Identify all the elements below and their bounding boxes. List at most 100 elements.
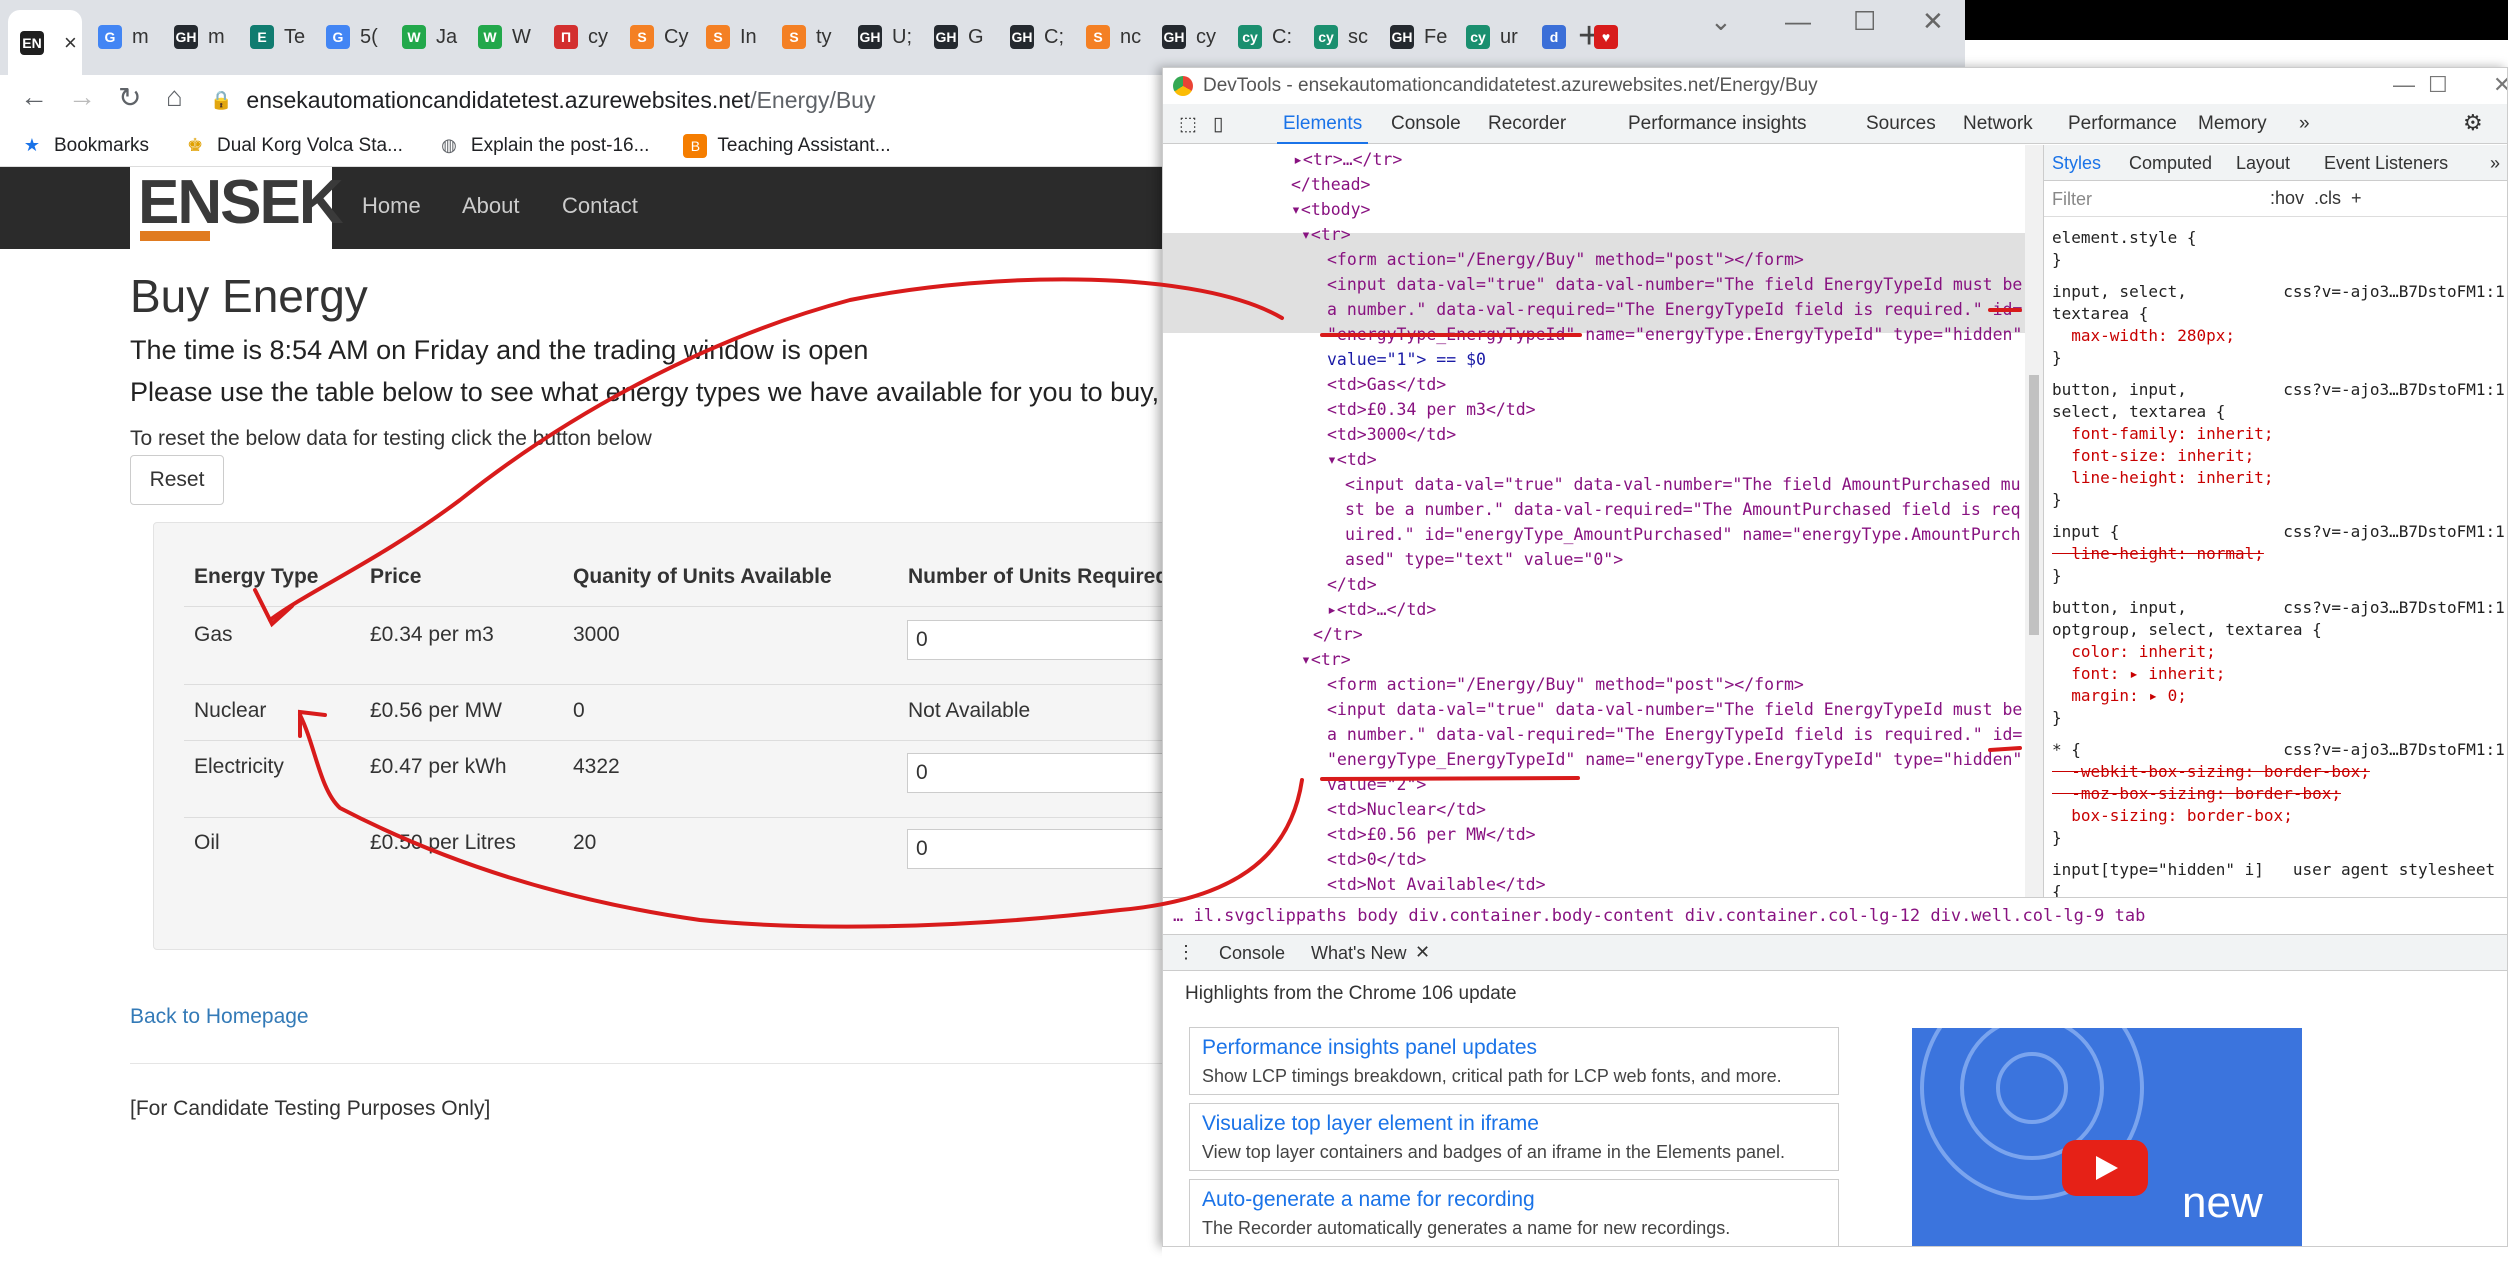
dom-node-line[interactable]: a number." data-val-required="The Energy… [1327,297,2022,322]
tab-styles[interactable]: Styles [2052,153,2101,174]
style-rule-line[interactable]: select, textarea { [2052,401,2225,423]
youtube-play-icon[interactable] [2062,1140,2148,1196]
dom-node-line[interactable]: "energyType_EnergyTypeId" name="energyTy… [1327,747,2022,772]
style-rule-line[interactable]: input, select, css?v=-ajo3…B7DstoFM1:1 [2052,281,2505,303]
whats-new-card[interactable]: Auto-generate a name for recording The Re… [1189,1179,1839,1246]
dom-node-line[interactable]: <td>£0.34 per m3</td> [1327,397,1536,422]
dom-node-line[interactable]: ▾<tr> [1301,647,1351,672]
tab-event-listeners[interactable]: Event Listeners [2324,153,2448,174]
tab-network[interactable]: Network [1963,113,2033,135]
browser-tab[interactable]: GH m [162,14,234,60]
dom-node-line[interactable]: <input data-val="true" data-val-number="… [1345,472,2021,497]
style-rule-line[interactable]: { [2052,881,2062,897]
style-rule-line[interactable]: * { css?v=-ajo3…B7DstoFM1:1 [2052,739,2505,761]
browser-tab[interactable]: d [1530,14,1578,60]
tab-computed[interactable]: Computed [2129,153,2212,174]
style-rule-line[interactable]: } [2052,489,2062,511]
dom-node-line[interactable]: <td>Nuclear</td> [1327,797,1486,822]
settings-gear-icon[interactable]: ⚙ [2463,110,2483,136]
card-title[interactable]: Visualize top layer element in iframe [1202,1112,1826,1136]
dom-node-line[interactable]: <form action="/Energy/Buy" method="post"… [1327,247,1804,272]
style-rule-line[interactable]: input[type="hidden" i] user agent styles… [2052,859,2495,881]
browser-tab[interactable]: cy ur [1454,14,1526,60]
dom-node-line[interactable]: <td>0</td> [1327,847,1426,872]
close-icon[interactable]: ✕ [1415,942,1430,963]
scroll-thumb[interactable] [2029,375,2039,635]
style-rule-line[interactable]: element.style { [2052,227,2197,249]
style-rule-line[interactable]: } [2052,347,2062,369]
bookmark-item[interactable]: ★ Bookmarks [20,134,149,158]
elements-scrollbar[interactable] [2025,145,2043,897]
tab-performance[interactable]: Performance [2068,113,2177,135]
whats-new-card[interactable]: Performance insights panel updates Show L… [1189,1027,1839,1095]
drawer-tab-console[interactable]: Console [1219,943,1285,964]
browser-tab[interactable]: ♥ [1582,14,1630,60]
inspect-icon[interactable]: ⬚ [1179,113,1197,136]
nav-home[interactable]: Home [362,193,421,219]
browser-tab[interactable]: EN × [8,10,82,75]
drawer-tab-whats-new[interactable]: What's New [1311,943,1406,964]
nav-about[interactable]: About [462,193,520,219]
bookmark-item[interactable]: ♚ Dual Korg Volca Sta... [183,134,403,158]
tab-layout[interactable]: Layout [2236,153,2290,174]
more-tabs-icon[interactable]: » [2299,113,2310,135]
style-rule-line[interactable]: font: ▸ inherit; [2052,663,2225,685]
style-rule-line[interactable]: } [2052,249,2062,271]
browser-tab[interactable]: S In [694,14,766,60]
tab-memory[interactable]: Memory [2198,113,2267,135]
maximize-icon[interactable]: ☐ [2428,72,2448,98]
browser-tab[interactable]: GH U; [846,14,918,60]
style-rule-line[interactable]: line-height: normal; [2052,543,2264,565]
reset-button[interactable]: Reset [130,455,224,505]
maximize-icon[interactable]: ☐ [1853,6,1876,37]
style-rule-line[interactable]: color: inherit; [2052,641,2216,663]
dom-node-line[interactable]: ased" type="text" value="0"> [1345,547,1623,572]
drawer-menu-icon[interactable]: ⋮ [1177,942,1195,963]
dom-node-line[interactable]: st be a number." data-val-required="The … [1345,497,2021,522]
style-rule-line[interactable]: -moz-box-sizing: border-box; [2052,783,2341,805]
tab-elements[interactable]: Elements [1276,113,1369,144]
style-rule-line[interactable]: button, input, css?v=-ajo3…B7DstoFM1:1 [2052,379,2505,401]
dom-node-line[interactable]: "energyType_EnergyTypeId" name="energyTy… [1327,322,2022,347]
browser-tab[interactable]: W Ja [390,14,462,60]
home-icon[interactable]: ⌂ [166,81,183,113]
browser-tab[interactable]: Snc [1074,14,1146,60]
tab-search-icon[interactable]: ⌄ [1710,6,1732,37]
dom-node-line[interactable]: <td>Gas</td> [1327,372,1446,397]
tab-console[interactable]: Console [1391,113,1461,135]
browser-tab[interactable]: Пcy [542,14,614,60]
browser-tab[interactable]: cy C: [1226,14,1298,60]
back-to-homepage-link[interactable]: Back to Homepage [130,1005,309,1029]
styles-filter-input[interactable]: Filter [2052,189,2092,210]
browser-tab[interactable]: cy sc [1302,14,1374,60]
style-rule-line[interactable]: button, input, css?v=-ajo3…B7DstoFM1:1 [2052,597,2505,619]
more-tabs-icon[interactable]: » [2490,153,2500,174]
dom-node-line[interactable]: <input data-val="true" data-val-number="… [1327,697,2022,722]
dom-node-line[interactable]: a number." data-val-required="The Energy… [1327,722,2022,747]
style-rule-line[interactable]: input { css?v=-ajo3…B7DstoFM1:1 [2052,521,2505,543]
minimize-icon[interactable]: — [1785,6,1811,37]
style-rule-line[interactable]: } [2052,827,2062,849]
browser-tab[interactable]: E Te [238,14,310,60]
card-title[interactable]: Performance insights panel updates [1202,1036,1826,1060]
whats-new-video[interactable]: new [1912,1028,2302,1246]
browser-tab[interactable]: WW [466,14,538,60]
dom-node-line[interactable]: <input data-val="true" data-val-number="… [1327,272,2022,297]
bookmark-item[interactable]: B Teaching Assistant... [683,133,891,158]
close-tab-icon[interactable]: × [64,30,77,56]
style-rule-line[interactable]: -webkit-box-sizing: border-box; [2052,761,2370,783]
browser-tab[interactable]: GH C; [998,14,1070,60]
tab-recorder[interactable]: Recorder [1488,113,1566,135]
card-title[interactable]: Auto-generate a name for recording [1202,1188,1826,1212]
dom-node-line[interactable]: </thead> [1291,172,1370,197]
minimize-icon[interactable]: — [2393,72,2415,98]
dom-node-line[interactable]: <td>£0.56 per MW</td> [1327,822,1536,847]
dom-node-line[interactable]: <td>3000</td> [1327,422,1456,447]
style-rule-line[interactable]: font-family: inherit; [2052,423,2273,445]
units-required-input[interactable] [907,753,1167,793]
styles-filter-tools[interactable]: :hov .cls + [2270,188,2362,209]
dom-node-line[interactable]: value="1"> == $0 [1327,347,1486,372]
browser-tab[interactable]: Sty [770,14,842,60]
dom-node-line[interactable]: <form action="/Energy/Buy" method="post"… [1327,672,1804,697]
nav-contact[interactable]: Contact [562,193,638,219]
